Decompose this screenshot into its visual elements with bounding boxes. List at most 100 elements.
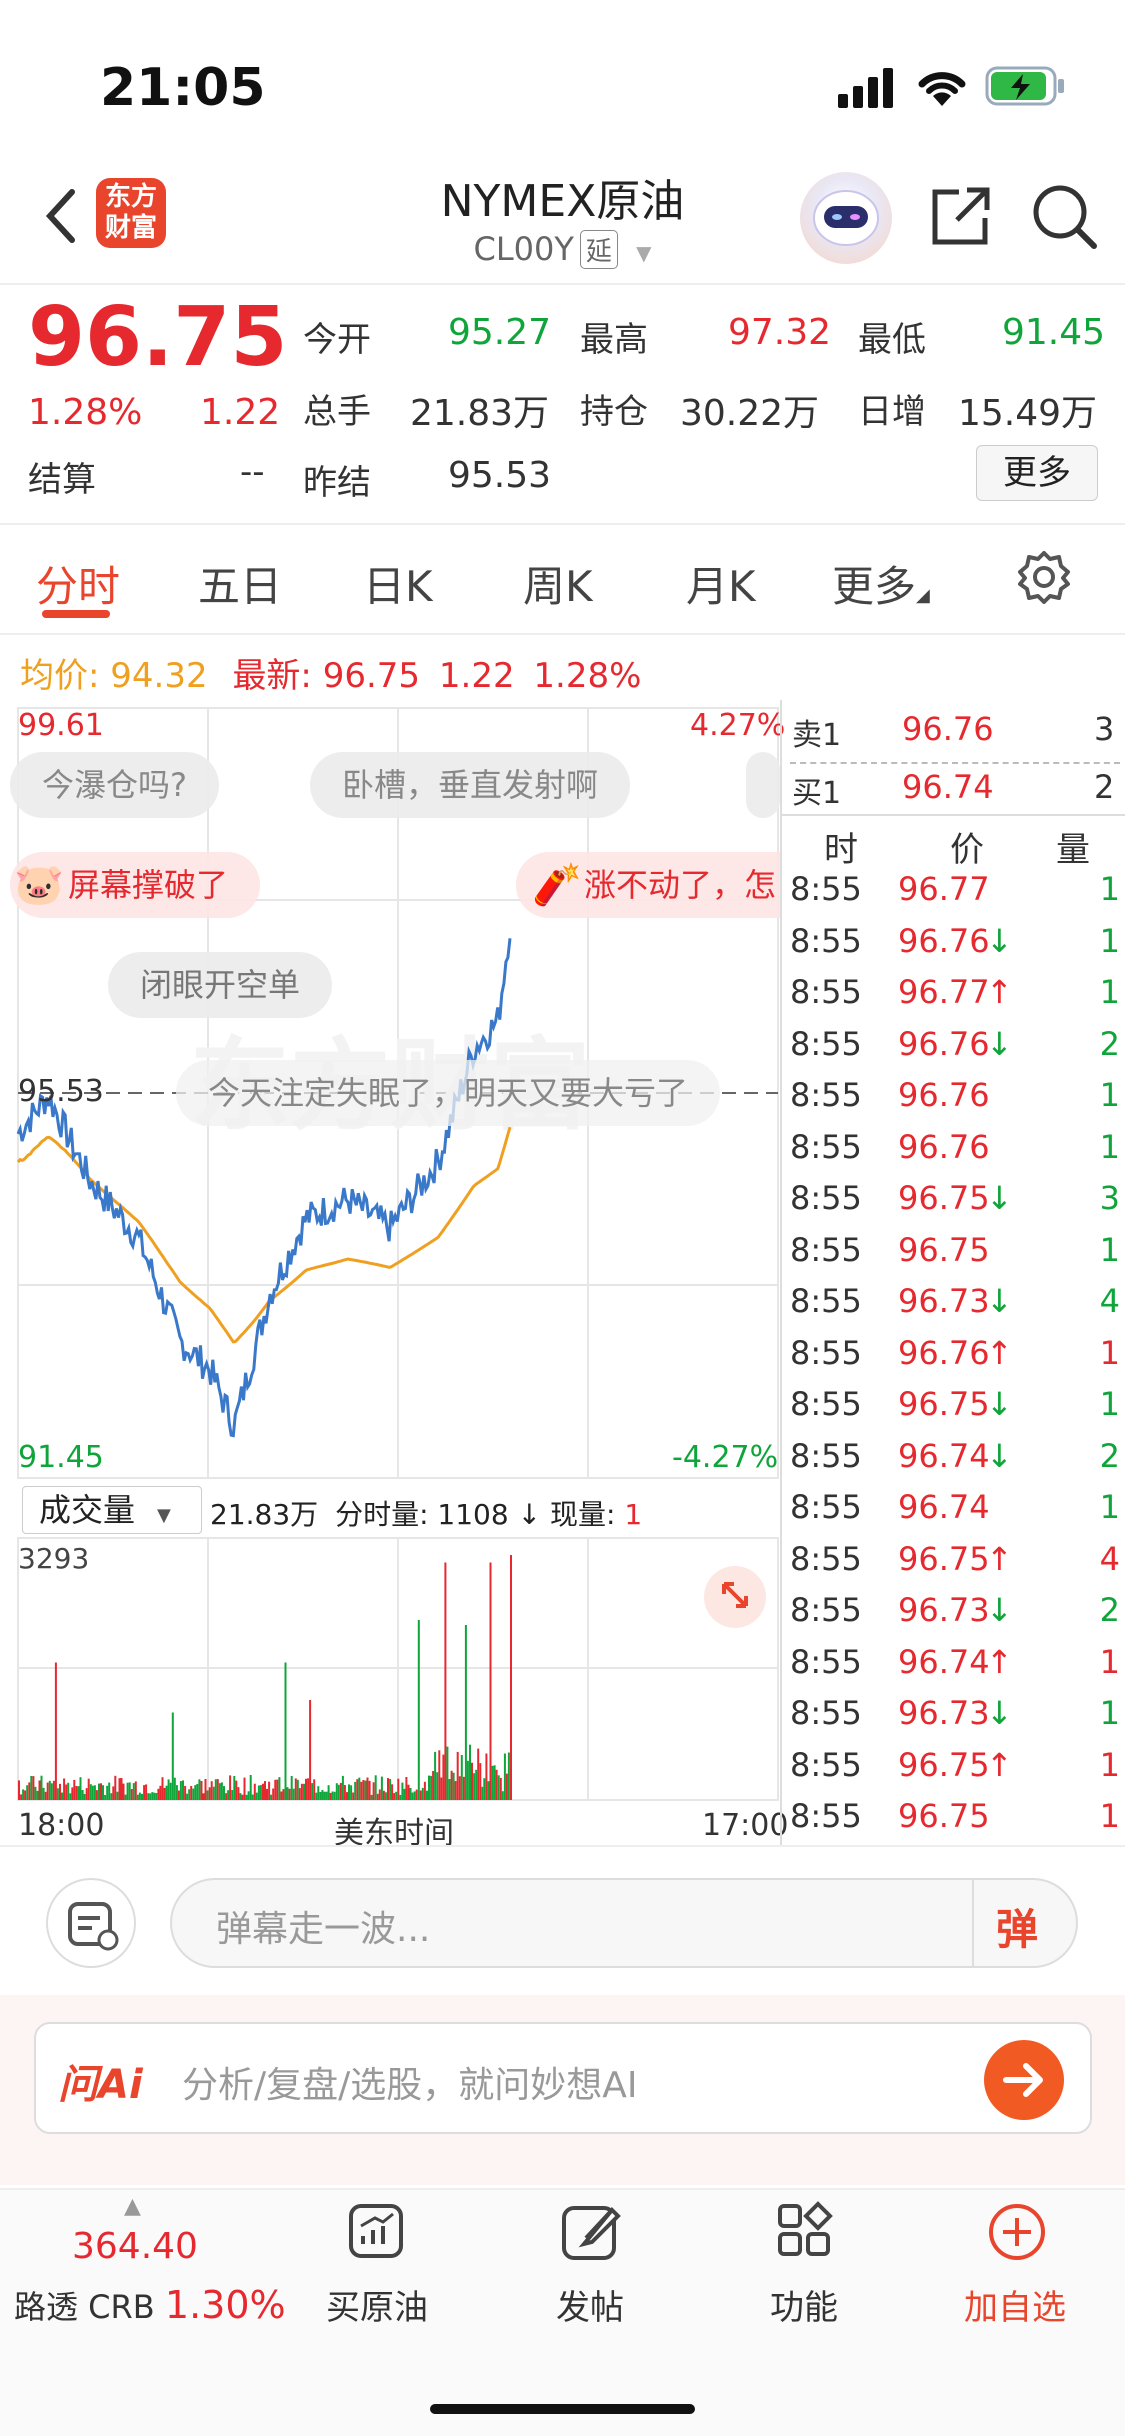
volume-bar [407, 1784, 410, 1800]
tick-price: 96.77 [898, 973, 990, 1011]
volume-bar [274, 1779, 277, 1800]
nav-buy-oil[interactable]: 买原油 [285, 2200, 465, 2350]
volume-bar [196, 1784, 199, 1800]
tick-direction: ↓ [986, 921, 1013, 960]
volume-bar [403, 1788, 406, 1800]
volume-bar [122, 1783, 125, 1800]
volume-bar [262, 1783, 264, 1800]
sell1-price: 96.76 [902, 710, 994, 748]
tick-row: 8:55 96.74 ↑ 1 [790, 1643, 1120, 1695]
tab-five-day[interactable]: 五日 [198, 553, 282, 614]
current-volume-label: 现量: [549, 1498, 616, 1531]
volume-bar [182, 1780, 184, 1800]
volume-bar [163, 1787, 166, 1800]
volume-bar [192, 1788, 195, 1800]
tick-row: 8:55 96.74 1 [790, 1488, 1120, 1540]
volume-bar [362, 1780, 365, 1800]
nav-functions[interactable]: 功能 [714, 2200, 894, 2350]
tick-time: 8:55 [790, 870, 862, 908]
daily-increase-label: 日增 [858, 392, 926, 432]
index-ticker[interactable]: ▲ 364.40 路透 CRB 1.30% [0, 2194, 286, 2354]
volume-bar [141, 1793, 143, 1800]
danmaku-settings-button[interactable] [46, 1878, 136, 1968]
volume-bar [417, 1620, 420, 1800]
tick-volume: 1 [1099, 1642, 1120, 1681]
tick-time: 8:55 [790, 1797, 862, 1835]
tick-volume: 1 [1099, 1488, 1120, 1526]
volume-bar [50, 1783, 53, 1800]
volume-bar [481, 1786, 484, 1800]
volume-bar [319, 1792, 322, 1800]
volume-bar [220, 1782, 223, 1800]
volume-bar [384, 1792, 387, 1800]
volume-bar [266, 1788, 268, 1800]
ai-query-box[interactable]: 问Ai 分析/复盘/选股，就问妙想AI [34, 2022, 1092, 2134]
book-separator [782, 814, 1125, 816]
nav-post[interactable]: 发帖 [500, 2200, 680, 2350]
volume-bar [159, 1785, 162, 1800]
price-info-line: 均价: 94.32 最新: 96.75 1.22 1.28% [20, 648, 641, 697]
volume-bar [251, 1794, 254, 1800]
nav-add-watchlist[interactable]: 加自选 [925, 2200, 1105, 2350]
volume-bar [200, 1781, 203, 1800]
tick-price: 96.74 [898, 1436, 990, 1475]
tick-volume: 1 [1099, 1076, 1120, 1114]
index-value: 364.40 [72, 2226, 198, 2267]
volume-bar [401, 1782, 404, 1800]
volume-bar [169, 1782, 172, 1800]
settings-gear-icon[interactable] [1015, 548, 1073, 606]
tick-time: 8:55 [790, 973, 862, 1011]
tab-underline [42, 610, 110, 618]
volume-bar [165, 1785, 168, 1800]
expand-chart-button[interactable] [704, 1566, 766, 1628]
delay-tag: 延 [579, 230, 618, 269]
assistant-avatar[interactable] [800, 172, 892, 264]
volume-bar [380, 1776, 383, 1800]
up-triangle-icon: ▲ [124, 2194, 141, 2219]
tab-daily-k[interactable]: 日K [363, 553, 433, 614]
volume-bar [227, 1790, 230, 1800]
volume-bar [350, 1785, 353, 1800]
volume-bar [495, 1769, 498, 1800]
tick-volume: 3 [1099, 1179, 1120, 1217]
volume-bar [247, 1791, 250, 1800]
intraday-chart[interactable]: 东方财富 99.61 4.27% 95.53 91.45 -4.27% 今瀑仓吗… [0, 700, 788, 1851]
more-quote-button[interactable]: 更多 [976, 445, 1098, 501]
danmaku-send-button[interactable]: 弹 [996, 1896, 1038, 1957]
tick-volume: 1 [1099, 1230, 1120, 1269]
share-icon[interactable] [925, 180, 997, 252]
tab-intraday[interactable]: 分时 [36, 553, 120, 614]
status-bar: 21:05 [0, 0, 1125, 160]
high-label: 最高 [580, 320, 648, 360]
volume-bar [497, 1775, 500, 1800]
tick-price: 96.75 [898, 1230, 990, 1269]
pct-top-label: 4.27% [690, 708, 786, 743]
volume-bar [399, 1794, 402, 1800]
symbol-code: CL00Y [473, 230, 574, 268]
volume-bar [479, 1763, 482, 1800]
ai-send-button[interactable] [984, 2040, 1064, 2120]
volume-bar [212, 1786, 215, 1800]
volume-bar [278, 1777, 281, 1800]
volume-selector[interactable]: 成交量 ▼ [22, 1486, 202, 1534]
tab-more[interactable]: 更多◢ [832, 553, 930, 614]
tick-direction: ↓ [986, 1385, 1013, 1423]
tick-row: 8:55 96.75 ↓ 1 [790, 1385, 1120, 1437]
tick-price: 96.75 [898, 1797, 990, 1835]
volume-bar [83, 1794, 86, 1800]
volume-bar [30, 1776, 33, 1800]
tab-monthly-k[interactable]: 月K [686, 553, 756, 614]
tick-direction: ↓ [986, 1282, 1013, 1320]
tick-price: 96.75 [898, 1745, 990, 1784]
volume-bar [329, 1792, 332, 1800]
prev-settle-value: 95.53 [448, 455, 552, 496]
tab-weekly-k[interactable]: 周K [523, 553, 593, 614]
col-price: 价 [950, 830, 984, 870]
chart-up-icon [349, 2204, 403, 2258]
danmaku-input[interactable]: 弹幕走一波... 弹 [170, 1878, 1078, 1968]
volume-bar [223, 1786, 225, 1800]
volume-bar [177, 1790, 180, 1800]
volume-bar [356, 1779, 359, 1800]
volume-bar [28, 1782, 31, 1800]
search-icon[interactable] [1028, 180, 1100, 252]
